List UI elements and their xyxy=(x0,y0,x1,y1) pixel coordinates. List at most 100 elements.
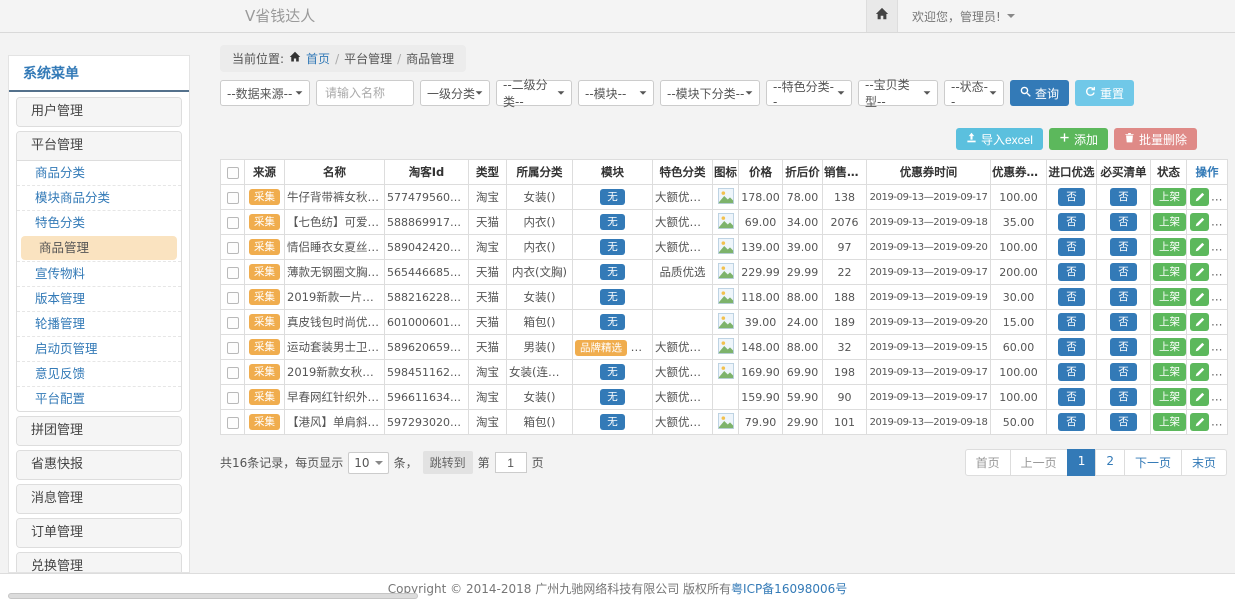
must-buy-toggle-button[interactable]: 否 xyxy=(1110,313,1137,331)
page-button-下一页[interactable]: 下一页 xyxy=(1124,449,1182,476)
sidebar-item[interactable]: 特色分类 xyxy=(17,210,181,235)
import-toggle-button[interactable]: 否 xyxy=(1058,363,1085,381)
row-checkbox[interactable] xyxy=(227,317,239,329)
filter-select-module-subcategory[interactable]: --模块下分类-- xyxy=(660,80,760,106)
sidebar-item[interactable]: 意见反馈 xyxy=(17,361,181,386)
sidebar-item[interactable]: 平台配置 xyxy=(17,386,181,411)
import-toggle-button[interactable]: 否 xyxy=(1058,288,1085,306)
import-toggle-button[interactable]: 否 xyxy=(1058,213,1085,231)
must-buy-toggle-button[interactable]: 否 xyxy=(1110,263,1137,281)
sidebar-group[interactable]: 兑换管理 xyxy=(17,553,181,573)
row-select-cell xyxy=(221,285,245,310)
sidebar-item[interactable]: 版本管理 xyxy=(17,286,181,311)
must-buy-toggle-button[interactable]: 否 xyxy=(1110,238,1137,256)
column-header: 优惠券时间 xyxy=(867,160,991,185)
reset-button[interactable]: 重置 xyxy=(1075,80,1134,106)
status-button[interactable]: 上架 xyxy=(1153,338,1186,356)
edit-button[interactable] xyxy=(1190,313,1209,331)
status-button[interactable]: 上架 xyxy=(1153,188,1186,206)
edit-button[interactable] xyxy=(1190,338,1209,356)
sidebar-item[interactable]: 启动页管理 xyxy=(17,336,181,361)
edit-button[interactable] xyxy=(1190,413,1209,431)
user-menu[interactable]: 欢迎您，管理员! xyxy=(912,8,1015,25)
name-cell: 【七色纺】可爱纯棉家... xyxy=(285,210,385,235)
must-buy-toggle-button[interactable]: 否 xyxy=(1110,413,1137,431)
row-checkbox[interactable] xyxy=(227,267,239,279)
must-buy-toggle-button[interactable]: 否 xyxy=(1110,388,1137,406)
sidebar-group[interactable]: 拼团管理 xyxy=(17,417,181,445)
must-buy-toggle-button[interactable]: 否 xyxy=(1110,213,1137,231)
status-button[interactable]: 上架 xyxy=(1153,413,1186,431)
row-checkbox[interactable] xyxy=(227,217,239,229)
import-toggle-button[interactable]: 否 xyxy=(1058,413,1085,431)
page-button-2[interactable]: 2 xyxy=(1095,449,1125,476)
import-cell: 否 xyxy=(1047,360,1097,385)
breadcrumb-home-link[interactable]: 首页 xyxy=(306,50,330,67)
row-checkbox[interactable] xyxy=(227,192,239,204)
status-button[interactable]: 上架 xyxy=(1153,388,1186,406)
status-button[interactable]: 上架 xyxy=(1153,288,1186,306)
import-toggle-button[interactable]: 否 xyxy=(1058,263,1085,281)
page-button-1[interactable]: 1 xyxy=(1067,449,1097,476)
must-buy-toggle-button[interactable]: 否 xyxy=(1110,338,1137,356)
edit-button[interactable] xyxy=(1190,263,1209,281)
status-button[interactable]: 上架 xyxy=(1153,313,1186,331)
filter-select-item-type[interactable]: --宝贝类型-- xyxy=(858,80,938,106)
sidebar-item[interactable]: 商品分类 xyxy=(17,161,181,185)
status-button[interactable]: 上架 xyxy=(1153,213,1186,231)
batch-delete-button[interactable]: 批量删除 xyxy=(1114,128,1197,150)
edit-button[interactable] xyxy=(1190,238,1209,256)
filter-select-module[interactable]: --模块-- xyxy=(578,80,654,106)
icp-link[interactable]: 粤ICP备16098006号 xyxy=(731,582,847,596)
import-toggle-button[interactable]: 否 xyxy=(1058,188,1085,206)
sidebar-group[interactable]: 订单管理 xyxy=(17,519,181,547)
row-checkbox[interactable] xyxy=(227,342,239,354)
filter-select-level1-category[interactable]: 一级分类 xyxy=(420,80,490,106)
row-checkbox[interactable] xyxy=(227,417,239,429)
select-all-checkbox[interactable] xyxy=(227,167,239,179)
filter-select-feature-category[interactable]: --特色分类-- xyxy=(766,80,852,106)
add-button[interactable]: 添加 xyxy=(1049,128,1108,150)
sidebar-group[interactable]: 平台管理 xyxy=(17,132,181,160)
import-toggle-button[interactable]: 否 xyxy=(1058,388,1085,406)
edit-button[interactable] xyxy=(1190,363,1209,381)
edit-button[interactable] xyxy=(1190,188,1209,206)
filter-select-data-source[interactable]: --数据来源-- xyxy=(220,80,310,106)
row-checkbox[interactable] xyxy=(227,292,239,304)
page-button-首页[interactable]: 首页 xyxy=(965,449,1011,476)
jump-button[interactable]: 跳转到 xyxy=(423,451,473,474)
import-excel-button[interactable]: 导入excel xyxy=(956,128,1043,150)
home-button[interactable] xyxy=(866,0,898,32)
page-button-上一页[interactable]: 上一页 xyxy=(1010,449,1068,476)
filter-input-name-keyword[interactable] xyxy=(316,80,414,106)
sidebar-item[interactable]: 轮播管理 xyxy=(17,311,181,336)
sidebar-item[interactable]: 模块商品分类 xyxy=(17,185,181,210)
search-button[interactable]: 查询 xyxy=(1010,80,1069,106)
sidebar-group[interactable]: 省惠快报 xyxy=(17,451,181,479)
sidebar-group[interactable]: 用户管理 xyxy=(17,98,181,126)
must-buy-toggle-button[interactable]: 否 xyxy=(1110,288,1137,306)
status-button[interactable]: 上架 xyxy=(1153,363,1186,381)
import-toggle-button[interactable]: 否 xyxy=(1058,238,1085,256)
sidebar-item-active[interactable]: 商品管理 xyxy=(21,236,177,260)
edit-button[interactable] xyxy=(1190,388,1209,406)
status-button[interactable]: 上架 xyxy=(1153,238,1186,256)
row-checkbox[interactable] xyxy=(227,242,239,254)
sidebar-item[interactable]: 宣传物料 xyxy=(17,261,181,286)
edit-button[interactable] xyxy=(1190,288,1209,306)
per-page-select[interactable]: 10 xyxy=(348,452,388,474)
page-number-input[interactable] xyxy=(495,452,527,473)
row-checkbox[interactable] xyxy=(227,367,239,379)
filter-select-level2-category[interactable]: --二级分类-- xyxy=(496,80,572,106)
row-checkbox[interactable] xyxy=(227,392,239,404)
horizontal-scrollbar-thumb[interactable] xyxy=(8,593,418,599)
must-buy-toggle-button[interactable]: 否 xyxy=(1110,363,1137,381)
page-button-末页[interactable]: 末页 xyxy=(1181,449,1227,476)
import-toggle-button[interactable]: 否 xyxy=(1058,338,1085,356)
filter-select-status[interactable]: --状态-- xyxy=(944,80,1004,106)
edit-button[interactable] xyxy=(1190,213,1209,231)
must-buy-toggle-button[interactable]: 否 xyxy=(1110,188,1137,206)
sidebar-group[interactable]: 消息管理 xyxy=(17,485,181,513)
import-toggle-button[interactable]: 否 xyxy=(1058,313,1085,331)
status-button[interactable]: 上架 xyxy=(1153,263,1186,281)
